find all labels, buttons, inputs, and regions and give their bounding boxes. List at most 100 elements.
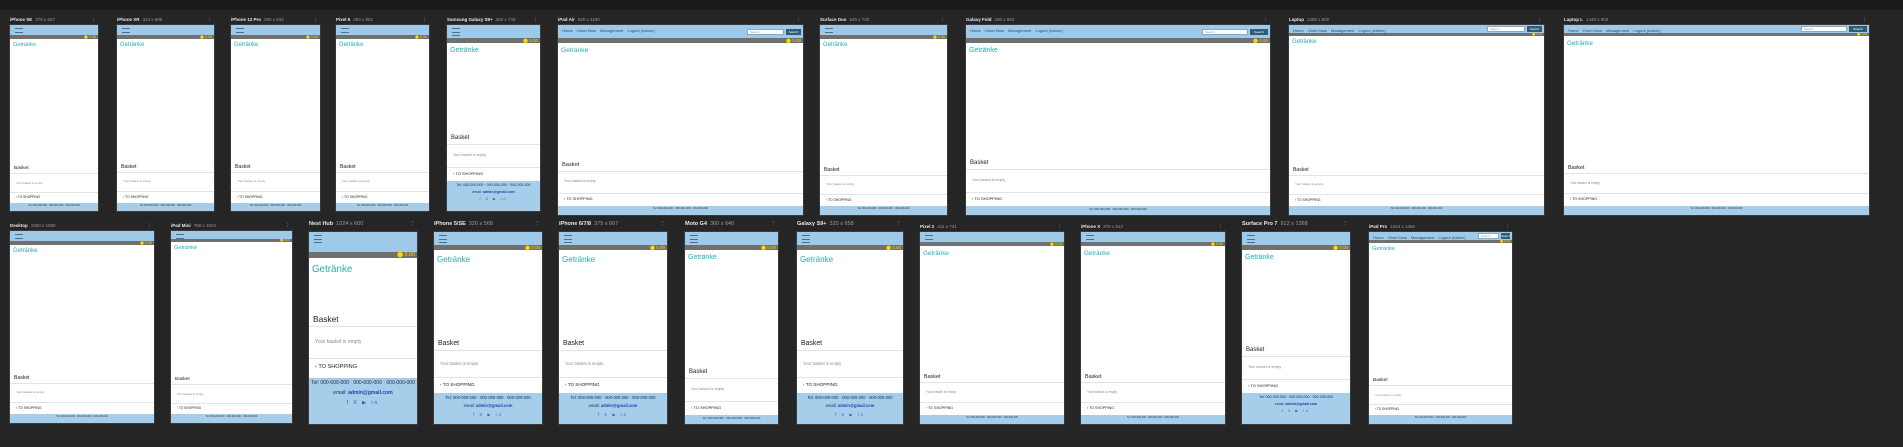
hamburger-menu-icon[interactable] <box>314 235 322 243</box>
frame-options-icon[interactable]: ⋮ <box>535 221 541 227</box>
frame-options-icon[interactable]: ⋮ <box>1538 17 1543 23</box>
brand-title[interactable]: Getränke <box>1567 40 1593 47</box>
brand-title[interactable]: Getränke <box>437 255 470 264</box>
social-icons[interactable]: f X ▶ in <box>434 412 542 417</box>
device-name[interactable]: iPhone 12 Pro <box>231 17 261 22</box>
footer-email-link[interactable]: admin@gmail.com <box>838 403 875 408</box>
device-name[interactable]: Laptop L <box>1564 17 1583 22</box>
frame-options-icon[interactable]: ⋮ <box>208 17 213 23</box>
frame-options-icon[interactable]: ⋮ <box>1343 221 1349 227</box>
footer-email-link[interactable]: admin@gmail.com <box>483 190 515 194</box>
to-shopping-link[interactable]: ‹ TO SHOPPING <box>342 195 368 199</box>
hamburger-menu-icon[interactable] <box>802 235 810 243</box>
to-shopping-link[interactable]: ‹ TO SHOPPING <box>1295 198 1321 202</box>
cart-badge[interactable]: ⬤ 0.00 <box>306 35 318 39</box>
to-shopping-link[interactable]: ‹ TO SHOPPING <box>1375 407 1399 411</box>
frame-options-icon[interactable]: ⋮ <box>1264 17 1269 23</box>
search-input[interactable]: Search <box>1487 26 1525 32</box>
to-shopping-link[interactable]: ‹ TO SHOPPING <box>440 382 475 387</box>
hamburger-menu-icon[interactable] <box>564 235 572 243</box>
to-shopping-link[interactable]: ‹ TO SHOPPING <box>123 195 149 199</box>
device-name[interactable]: Galaxy Fold <box>966 17 992 22</box>
cart-badge[interactable]: ⬤ 0.00 <box>886 245 901 250</box>
brand-title[interactable]: Getränke <box>923 250 949 257</box>
to-shopping-link[interactable]: ‹ TO SHOPPING <box>691 405 721 410</box>
cart-badge[interactable]: ⬤ 0.00 <box>84 35 96 39</box>
cart-badge[interactable]: ⬤ 0.00 <box>1532 33 1542 36</box>
frame-options-icon[interactable]: ⋮ <box>410 221 416 227</box>
to-shopping-link[interactable]: ‹ TO SHOPPING <box>565 382 600 387</box>
cart-badge[interactable]: ⬤ 0.00 <box>761 245 776 250</box>
hamburger-menu-icon[interactable] <box>690 235 698 243</box>
search-input[interactable]: Search <box>747 29 784 35</box>
device-name[interactable]: Pixel 2 <box>920 224 934 229</box>
device-name[interactable]: Moto G4 <box>685 221 707 227</box>
nav-link[interactable]: Management <box>1008 28 1031 33</box>
device-name[interactable]: iPhone 6/7/8 <box>559 221 591 227</box>
frame-options-icon[interactable]: ⋮ <box>896 221 902 227</box>
frame-options-icon[interactable]: ⋮ <box>534 17 539 23</box>
frame-options-icon[interactable]: ⋮ <box>1219 224 1224 230</box>
to-shopping-link[interactable]: ‹ TO SHOPPING <box>315 364 357 370</box>
cart-badge[interactable]: ⬤ 0.00 <box>140 241 152 245</box>
cart-badge[interactable]: ⬤ 0.00 <box>933 35 945 39</box>
device-name[interactable]: Laptop <box>1289 17 1304 22</box>
device-name[interactable]: Galaxy S9+ <box>797 221 827 227</box>
device-name[interactable]: Desktop <box>10 223 28 228</box>
to-shopping-link[interactable]: ‹ TO SHOPPING <box>1248 383 1278 388</box>
to-shopping-link[interactable]: ‹ TO SHOPPING <box>826 198 852 202</box>
frame-options-icon[interactable]: ⋮ <box>1863 17 1868 23</box>
social-icons[interactable]: f X ▶ in <box>309 400 417 406</box>
brand-title[interactable]: Getränke <box>339 42 363 48</box>
brand-title[interactable]: Getränke <box>969 47 998 54</box>
brand-title[interactable]: Getränke <box>13 42 36 48</box>
brand-title[interactable]: Getränke <box>1084 250 1110 257</box>
footer-email-link[interactable]: admin@gmail.com <box>348 390 393 396</box>
cart-badge[interactable]: ⬤ 0.00 <box>1253 38 1268 43</box>
cart-badge[interactable]: ⬤ 0.00 <box>280 239 290 242</box>
cart-badge[interactable]: ⬤ 0.00 <box>786 38 801 43</box>
to-shopping-link[interactable]: ‹ TO SHOPPING <box>926 406 953 410</box>
brand-title[interactable]: Getränke <box>688 254 717 261</box>
frame-options-icon[interactable]: ⋮ <box>797 17 802 23</box>
frame-options-icon[interactable]: ⋮ <box>941 17 946 23</box>
cart-badge[interactable]: ⬤ 0.00 <box>523 38 538 43</box>
frame-options-icon[interactable]: ⋮ <box>314 17 319 23</box>
brand-title[interactable]: Getränke <box>1292 39 1316 45</box>
search-input[interactable]: Search <box>1801 26 1847 32</box>
device-name[interactable]: iPhone SE <box>10 17 32 22</box>
frame-options-icon[interactable]: ⋮ <box>1506 224 1511 230</box>
footer-email-link[interactable]: admin@gmail.com <box>1285 402 1317 406</box>
cart-badge[interactable]: ⬤ 0.00 <box>650 245 665 250</box>
social-icons[interactable]: f X ▶ in <box>447 197 540 201</box>
to-shopping-link[interactable]: ‹ TO SHOPPING <box>1570 197 1597 201</box>
brand-title[interactable]: Getränke <box>450 47 479 54</box>
hamburger-menu-icon[interactable] <box>1247 235 1255 243</box>
frame-options-icon[interactable]: ⋮ <box>286 223 291 229</box>
brand-title[interactable]: Getränke <box>1245 254 1274 261</box>
hamburger-menu-icon[interactable] <box>439 235 447 243</box>
frame-options-icon[interactable]: ⋮ <box>92 17 97 23</box>
footer-email-link[interactable]: admin@gmail.com <box>476 403 513 408</box>
device-name[interactable]: iPad Air <box>558 17 575 22</box>
social-icons[interactable]: f X ▶ in <box>797 412 903 417</box>
device-name[interactable]: Nest Hub <box>309 221 333 227</box>
nav-link[interactable]: Home <box>562 28 573 33</box>
device-name[interactable]: iPad Pro <box>1369 224 1387 229</box>
social-icons[interactable]: f X ▶ in <box>1242 409 1350 413</box>
to-shopping-link[interactable]: ‹ TO SHOPPING <box>453 171 483 176</box>
device-name[interactable]: Samsung Galaxy S8+ <box>447 17 493 22</box>
brand-title[interactable]: Getränke <box>1372 246 1395 252</box>
device-name[interactable]: iPad Mini <box>171 223 191 228</box>
nav-link[interactable]: Logout (Admin) <box>627 28 654 33</box>
search-button[interactable]: Search <box>786 29 801 35</box>
to-shopping-link[interactable]: ‹ TO SHOPPING <box>803 382 838 387</box>
cart-badge[interactable]: ⬤ 0.00 <box>525 245 540 250</box>
brand-title[interactable]: Getränke <box>120 42 144 48</box>
cart-badge[interactable]: ⬤ 0.00 <box>1857 33 1867 36</box>
hamburger-menu-icon[interactable] <box>452 28 460 36</box>
cart-badge[interactable]: ⬤ 0.00 <box>1211 242 1223 246</box>
search-button[interactable]: Search <box>1250 29 1268 35</box>
to-shopping-link[interactable]: ‹ TO SHOPPING <box>1087 406 1114 410</box>
brand-title[interactable]: Getränke <box>13 248 37 254</box>
